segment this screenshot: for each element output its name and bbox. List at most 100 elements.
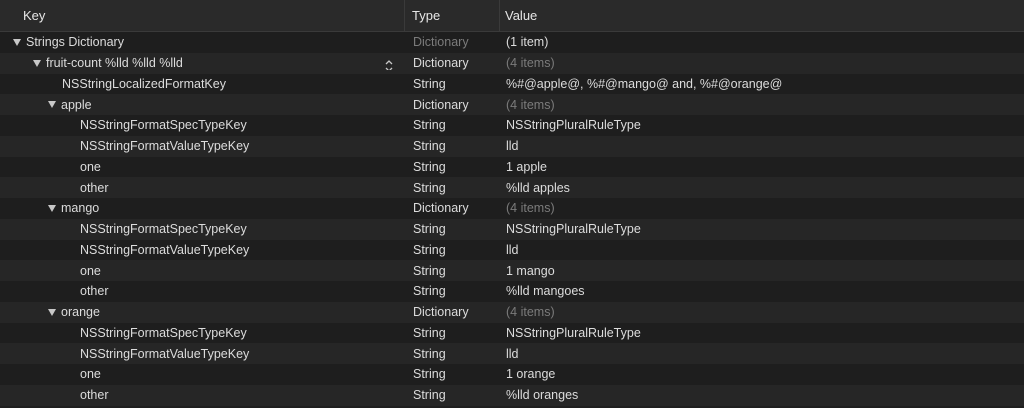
key-cell[interactable]: one xyxy=(0,264,405,278)
value-column-header[interactable]: Value xyxy=(500,0,1024,32)
key-cell[interactable]: NSStringFormatSpecTypeKey xyxy=(0,118,405,132)
key-cell[interactable]: fruit-count %lld %lld %lld xyxy=(0,56,405,71)
value-cell: (4 items) xyxy=(506,97,555,112)
key-label: apple xyxy=(61,97,92,112)
value-cell[interactable]: lld xyxy=(500,243,1024,257)
type-cell[interactable]: Dictionary xyxy=(405,305,500,319)
type-cell[interactable]: String xyxy=(405,118,500,132)
type-cell[interactable]: String xyxy=(405,160,500,174)
table-row[interactable]: other String %lld oranges xyxy=(0,384,1024,406)
disclosure-triangle-icon[interactable] xyxy=(48,101,56,109)
table-row-apple[interactable]: apple Dictionary (4 items) xyxy=(0,94,1024,115)
type-cell[interactable]: String xyxy=(405,243,500,257)
key-cell[interactable]: NSStringFormatSpecTypeKey xyxy=(0,222,405,236)
table-row[interactable]: other String %lld mangoes xyxy=(0,281,1024,302)
key-label: Strings Dictionary xyxy=(26,35,124,50)
type-cell[interactable]: String xyxy=(405,326,500,340)
value-cell[interactable]: %#@apple@, %#@mango@ and, %#@orange@ xyxy=(500,77,1024,91)
key-cell[interactable]: one xyxy=(0,160,405,174)
type-cell[interactable]: String xyxy=(405,139,500,153)
key-cell[interactable]: NSStringFormatValueTypeKey xyxy=(0,347,405,361)
column-header: Key Type Value xyxy=(0,0,1024,32)
type-cell[interactable]: String xyxy=(405,264,500,278)
table-row[interactable]: NSStringFormatValueTypeKey String lld xyxy=(0,343,1024,364)
key-label: orange xyxy=(61,305,100,320)
disclosure-triangle-icon[interactable] xyxy=(48,308,56,316)
table-row[interactable]: NSStringLocalizedFormatKey String %#@app… xyxy=(0,73,1024,95)
table-row[interactable]: NSStringFormatValueTypeKey String lld xyxy=(0,135,1024,157)
plist-rows: Strings Dictionary Dictionary (1 item) f… xyxy=(0,32,1024,406)
key-label: one xyxy=(80,367,101,382)
table-row[interactable]: NSStringFormatSpecTypeKey String NSStrin… xyxy=(0,322,1024,344)
key-column-header[interactable]: Key xyxy=(0,0,405,32)
disclosure-triangle-icon[interactable] xyxy=(13,38,21,46)
key-cell[interactable]: apple xyxy=(0,98,405,112)
type-cell[interactable]: Dictionary xyxy=(405,98,500,112)
table-row[interactable]: one String 1 mango xyxy=(0,260,1024,281)
plist-editor: Key Type Value Strings Dictionary Dictio… xyxy=(0,0,1024,408)
table-row[interactable]: one String 1 apple xyxy=(0,156,1024,178)
type-cell[interactable]: Dictionary xyxy=(405,56,500,70)
value-cell[interactable]: NSStringPluralRuleType xyxy=(500,222,1024,236)
table-row[interactable]: other String %lld apples xyxy=(0,177,1024,198)
type-cell[interactable]: String xyxy=(405,388,500,402)
type-cell[interactable]: Dictionary xyxy=(405,201,500,215)
key-label: NSStringFormatValueTypeKey xyxy=(80,139,250,154)
value-cell[interactable]: 1 mango xyxy=(500,264,1024,278)
value-cell: (1 item) xyxy=(506,35,549,50)
key-cell[interactable]: NSStringFormatValueTypeKey xyxy=(0,139,405,153)
key-label: other xyxy=(80,180,109,195)
key-cell[interactable]: Strings Dictionary xyxy=(0,35,405,49)
key-cell[interactable]: mango xyxy=(0,201,405,215)
value-cell[interactable]: 1 apple xyxy=(500,160,1024,174)
key-label: other xyxy=(80,388,109,403)
value-cell[interactable]: %lld mangoes xyxy=(500,284,1024,298)
key-cell[interactable]: other xyxy=(0,284,405,298)
type-column-header[interactable]: Type xyxy=(405,0,500,32)
type-cell[interactable]: String xyxy=(405,367,500,381)
table-row-fruit-count[interactable]: fruit-count %lld %lld %lld Dictionary (4… xyxy=(0,52,1024,74)
key-cell[interactable]: other xyxy=(0,181,405,195)
key-cell[interactable]: other xyxy=(0,388,405,402)
table-row[interactable]: NSStringFormatValueTypeKey String lld xyxy=(0,239,1024,261)
value-cell[interactable]: NSStringPluralRuleType xyxy=(500,118,1024,132)
key-cell[interactable]: NSStringLocalizedFormatKey xyxy=(0,77,405,91)
key-label: one xyxy=(80,159,101,174)
key-label: NSStringFormatSpecTypeKey xyxy=(80,222,247,237)
key-label: NSStringFormatValueTypeKey xyxy=(80,242,250,257)
type-cell[interactable]: String xyxy=(405,222,500,236)
key-label: mango xyxy=(61,201,100,216)
type-cell[interactable]: String xyxy=(405,347,500,361)
type-cell[interactable]: String xyxy=(405,284,500,298)
table-row[interactable]: NSStringFormatSpecTypeKey String NSStrin… xyxy=(0,115,1024,136)
table-row-orange[interactable]: orange Dictionary (4 items) xyxy=(0,301,1024,323)
table-row[interactable]: NSStringFormatSpecTypeKey String NSStrin… xyxy=(0,218,1024,240)
table-row-root[interactable]: Strings Dictionary Dictionary (1 item) xyxy=(0,32,1024,53)
key-label: other xyxy=(80,284,109,299)
value-cell[interactable]: lld xyxy=(500,139,1024,153)
key-label: NSStringFormatValueTypeKey xyxy=(80,346,250,361)
disclosure-triangle-icon[interactable] xyxy=(33,59,41,67)
value-cell[interactable]: %lld oranges xyxy=(500,388,1024,402)
type-cell: Dictionary xyxy=(413,35,469,50)
key-label: fruit-count %lld %lld %lld xyxy=(46,56,183,71)
key-label: NSStringFormatSpecTypeKey xyxy=(80,118,247,133)
value-cell[interactable]: %lld apples xyxy=(500,181,1024,195)
value-cell: (4 items) xyxy=(506,56,555,71)
table-row[interactable]: one String 1 orange xyxy=(0,364,1024,385)
disclosure-triangle-icon[interactable] xyxy=(48,204,56,212)
type-cell[interactable]: String xyxy=(405,181,500,195)
value-cell: (4 items) xyxy=(506,305,555,320)
value-cell[interactable]: lld xyxy=(500,347,1024,361)
value-cell[interactable]: NSStringPluralRuleType xyxy=(500,326,1024,340)
key-cell[interactable]: orange xyxy=(0,305,405,319)
key-cell[interactable]: one xyxy=(0,367,405,381)
key-cell[interactable]: NSStringFormatValueTypeKey xyxy=(0,243,405,257)
table-row-mango[interactable]: mango Dictionary (4 items) xyxy=(0,198,1024,219)
up-down-stepper-icon[interactable] xyxy=(384,59,394,71)
key-label: NSStringFormatSpecTypeKey xyxy=(80,325,247,340)
key-label: one xyxy=(80,263,101,278)
type-cell[interactable]: String xyxy=(405,77,500,91)
key-cell[interactable]: NSStringFormatSpecTypeKey xyxy=(0,326,405,340)
value-cell[interactable]: 1 orange xyxy=(500,367,1024,381)
